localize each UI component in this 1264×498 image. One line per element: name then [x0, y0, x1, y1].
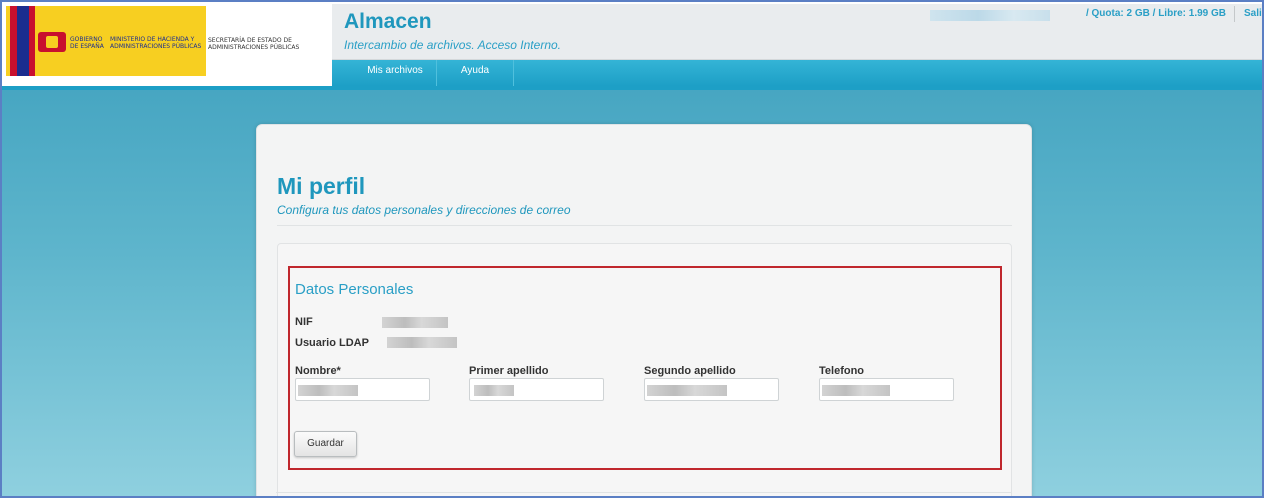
section-title: Datos Personales: [295, 281, 414, 298]
user-name-blurred: [930, 10, 1050, 21]
logo-gobierno-text: GOBIERNO DE ESPAÑA: [70, 36, 104, 50]
page-title: Mi perfil: [277, 173, 366, 199]
segundo-apellido-label: Segundo apellido: [644, 365, 736, 377]
nav-bar: Mis archivos Ayuda: [332, 60, 1262, 86]
segundo-apellido-value-blurred: [647, 385, 727, 396]
title-area: Almacen Intercambio de archivos. Acceso …: [332, 4, 1262, 60]
header-separator: [1234, 6, 1235, 22]
app-title: Almacen: [344, 10, 432, 33]
flag-red-stripe: [10, 6, 17, 76]
primer-apellido-value-blurred: [474, 385, 514, 396]
bottom-divider: [276, 492, 1011, 493]
primer-apellido-label: Primer apellido: [469, 365, 549, 377]
flag-red-stripe-2: [29, 6, 35, 76]
coat-of-arms-icon: [38, 32, 66, 52]
logo-ministerio-text: MINISTERIO DE HACIENDA Y ADMINISTRACIONE…: [110, 36, 202, 50]
nav-ayuda[interactable]: Ayuda: [436, 60, 514, 86]
nif-label: NIF: [295, 316, 313, 328]
telefono-input[interactable]: [819, 378, 954, 401]
government-logo: GOBIERNO DE ESPAÑA MINISTERIO DE HACIEND…: [6, 6, 206, 76]
page-subtitle: Configura tus datos personales y direcci…: [277, 203, 571, 217]
ldap-label: Usuario LDAP: [295, 337, 369, 349]
nif-value-blurred: [382, 317, 448, 328]
divider: [277, 225, 1012, 226]
primer-apellido-input[interactable]: [469, 378, 604, 401]
ldap-value-blurred: [387, 337, 457, 348]
flag-blue-stripe: [17, 6, 29, 76]
quota-text: / Quota: 2 GB / Libre: 1.99 GB: [1085, 8, 1226, 19]
segundo-apellido-input[interactable]: [644, 378, 779, 401]
header: GOBIERNO DE ESPAÑA MINISTERIO DE HACIEND…: [2, 2, 1262, 90]
save-button[interactable]: Guardar: [294, 431, 357, 457]
nav-mis-archivos[interactable]: Mis archivos: [356, 60, 434, 86]
user-quota-box: / Quota: 2 GB / Libre: 1.99 GB: [920, 8, 1226, 24]
nombre-value-blurred: [298, 385, 358, 396]
logout-link[interactable]: Salir: [1244, 8, 1262, 19]
telefono-label: Telefono: [819, 365, 865, 377]
browser-frame: GOBIERNO DE ESPAÑA MINISTERIO DE HACIEND…: [0, 0, 1264, 498]
nombre-input[interactable]: [295, 378, 430, 401]
logo-secretaria-text: SECRETARÍA DE ESTADO DE ADMINISTRACIONES…: [208, 37, 300, 51]
nombre-label: Nombre*: [295, 365, 341, 377]
telefono-value-blurred: [822, 385, 890, 396]
app-subtitle: Intercambio de archivos. Acceso Interno.: [344, 38, 561, 52]
